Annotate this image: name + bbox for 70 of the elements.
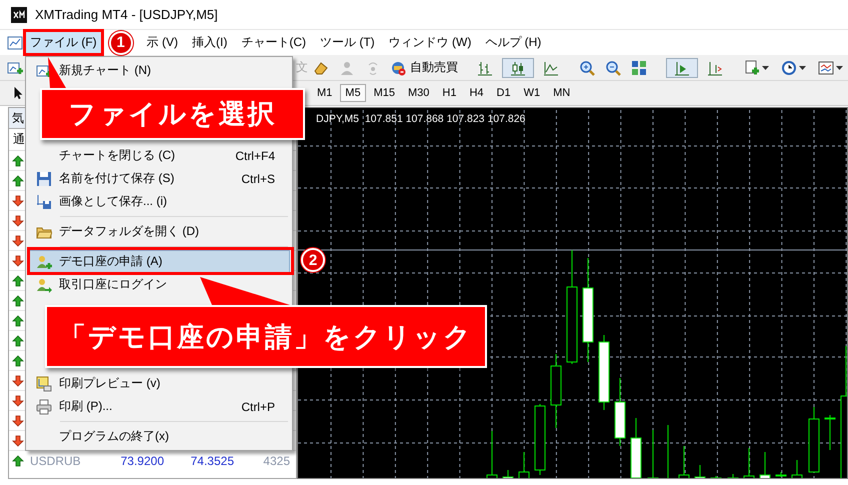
period-button[interactable]: MN bbox=[548, 84, 576, 102]
zoom-out-icon[interactable] bbox=[605, 60, 621, 76]
new-chart-icon bbox=[36, 62, 52, 78]
caret-icon[interactable] bbox=[762, 66, 769, 70]
menu-item[interactable]: ツール (T) bbox=[316, 32, 379, 53]
print-preview-icon bbox=[36, 376, 52, 392]
user-arrow-icon bbox=[36, 276, 52, 292]
menu-item[interactable]: プログラムの終了(x) bbox=[28, 425, 290, 448]
column-header: 通 bbox=[13, 131, 25, 148]
bid-cell-text: 73.9200 bbox=[120, 454, 164, 468]
menu-item[interactable]: チャート(C) bbox=[237, 32, 310, 53]
toggle-frame[interactable] bbox=[502, 58, 534, 78]
new-chart-icon[interactable] bbox=[7, 60, 23, 76]
clock-icon[interactable] bbox=[781, 60, 797, 76]
period-button[interactable]: H4 bbox=[464, 84, 488, 102]
candlestick bbox=[630, 418, 642, 478]
menu-item[interactable]: 印刷 (P)... Ctrl+P bbox=[28, 395, 290, 418]
tile-windows-icon[interactable] bbox=[631, 60, 647, 76]
toggle-frame[interactable] bbox=[666, 58, 698, 78]
candlestick bbox=[614, 378, 626, 446]
chart-window-icon[interactable] bbox=[7, 34, 23, 50]
period-button[interactable]: H1 bbox=[437, 84, 462, 102]
menu-item[interactable]: 挿入(I) bbox=[188, 32, 232, 53]
period-button[interactable]: M1 bbox=[312, 84, 338, 102]
period-button[interactable]: M30 bbox=[402, 84, 434, 102]
menu-item[interactable]: ヘルプ (H) bbox=[481, 32, 546, 53]
menu-item[interactable]: チャートを閉じる (C) Ctrl+F4 bbox=[28, 144, 290, 167]
caret-icon[interactable] bbox=[836, 66, 843, 70]
eraser-icon[interactable] bbox=[313, 60, 329, 76]
menu-item[interactable]: ファイル (F) bbox=[26, 32, 101, 53]
menu-item[interactable]: 画像として保存... (i) bbox=[28, 190, 290, 213]
menu-item[interactable]: デモ口座の申請 (A) bbox=[28, 250, 290, 273]
menu-item[interactable]: ウィンドウ (W) bbox=[384, 32, 476, 53]
add-indicator-icon[interactable] bbox=[744, 60, 760, 76]
candlestick bbox=[808, 406, 820, 472]
symbol-cell: USDRUB bbox=[30, 454, 81, 468]
chart-shift-icon[interactable] bbox=[674, 60, 690, 76]
printer-icon bbox=[36, 398, 52, 414]
menu-item[interactable]: 名前を付けて保存 (S) Ctrl+S bbox=[28, 167, 290, 190]
zoom-in-icon[interactable] bbox=[579, 60, 595, 76]
candlestick bbox=[824, 414, 836, 450]
template-icon[interactable] bbox=[818, 60, 834, 76]
add-user-icon bbox=[36, 254, 52, 270]
period-button[interactable]: D1 bbox=[492, 84, 516, 102]
autotrade-button[interactable]: 自動売買 bbox=[386, 57, 462, 78]
line-chart-icon[interactable] bbox=[543, 60, 559, 76]
bar-chart-icon[interactable] bbox=[477, 60, 493, 76]
chart-caption: DJPY,M5 107.851 107.868 107.823 107.826 bbox=[316, 113, 526, 125]
step-number-badge: 1 bbox=[108, 30, 133, 54]
menu-item[interactable]: 印刷プレビュー (v) bbox=[28, 372, 290, 395]
auto-scroll-icon[interactable] bbox=[707, 60, 723, 76]
period-button[interactable]: M15 bbox=[368, 84, 400, 102]
candlestick bbox=[502, 470, 514, 478]
caret-icon[interactable] bbox=[799, 66, 806, 70]
order-label: 文 bbox=[296, 59, 308, 76]
period-button[interactable]: M5 bbox=[340, 84, 366, 102]
panel-title[interactable]: 気 bbox=[12, 110, 24, 126]
candlestick bbox=[694, 464, 706, 478]
ask-cell-text: 74.3525 bbox=[190, 454, 234, 468]
menu-item[interactable]: 示 (V) bbox=[142, 32, 182, 53]
menu-item[interactable]: 取引口座にログイン bbox=[28, 273, 290, 296]
period-button[interactable]: W1 bbox=[518, 84, 546, 102]
candlestick-icon[interactable] bbox=[510, 60, 526, 76]
menu-item[interactable]: データフォルダを開く (D) bbox=[28, 220, 290, 243]
candlestick bbox=[760, 452, 770, 478]
candlestick bbox=[534, 404, 546, 476]
window-title: XMTrading MT4 - [USDJPY,M5] bbox=[35, 7, 218, 22]
spread-cell-text: 4325 bbox=[262, 454, 290, 468]
callout-box: ファイルを選択 bbox=[40, 88, 305, 140]
save-image-icon bbox=[36, 194, 52, 210]
